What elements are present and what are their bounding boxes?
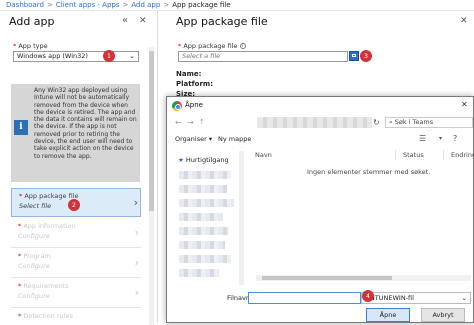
step-title: * Program (18, 252, 51, 260)
open-file-dialog: Åpne ✕ ← → ↑ ↻ ⌕ Søk i Teams Organiser ▾… (166, 96, 474, 323)
nav-scrollbar[interactable] (239, 151, 244, 285)
app-type-select[interactable]: Windows app (Win32) ⌄ (13, 51, 139, 62)
search-icon: ⌕ (389, 118, 393, 126)
step-subtitle: Select file (19, 202, 52, 210)
step-badge-2: 2 (68, 199, 80, 211)
file-type-filter[interactable]: INTUNEWIN-fil ⌄ (361, 292, 471, 304)
nav-item[interactable] (179, 185, 227, 193)
search-input[interactable]: ⌕ Søk i Teams (385, 117, 473, 128)
step-title: * App package file (19, 192, 79, 200)
column-separator (395, 150, 396, 160)
nav-item[interactable] (179, 171, 231, 179)
dialog-title: Åpne (185, 101, 203, 109)
empty-results-message: Ingen elementer stemmer med søket. (307, 168, 431, 176)
blade-title: App package file (176, 15, 268, 28)
folder-icon (352, 54, 356, 57)
add-app-blade: Add app « ✕ * App type Windows app (Win3… (0, 11, 158, 325)
step-title: * Detection rules (18, 312, 73, 320)
step-program[interactable]: * Program Configure › (11, 249, 141, 278)
app-type-value: Windows app (Win32) (17, 52, 88, 60)
search-placeholder: Søk i Teams (394, 118, 434, 126)
forward-arrow-icon[interactable]: → (187, 118, 194, 127)
browse-folder-button[interactable] (349, 51, 359, 61)
nav-quick-access[interactable]: ★ Hurtigtilgang (175, 154, 247, 166)
info-icon: i (239, 43, 246, 49)
step-badge-3: 3 (360, 50, 372, 62)
field-platform: Platform: (176, 80, 213, 88)
nav-item[interactable] (179, 269, 219, 277)
chevron-right-icon: › (133, 196, 138, 209)
collapse-icon[interactable]: « (122, 15, 128, 26)
step-app-information[interactable]: * App information Configure › (11, 219, 141, 248)
field-name: Name: (176, 70, 202, 78)
up-arrow-icon[interactable]: ↑ (199, 118, 205, 126)
refresh-icon[interactable]: ↻ (373, 118, 380, 127)
step-subtitle: Configure (18, 262, 50, 270)
open-button[interactable]: Åpne (366, 308, 410, 322)
nav-item[interactable] (179, 213, 223, 221)
organize-menu[interactable]: Organiser ▾ (175, 135, 212, 143)
chrome-icon (172, 101, 182, 111)
filename-input[interactable] (248, 292, 361, 304)
breadcrumb-current: App package file (172, 1, 231, 9)
column-modified[interactable]: Endring (451, 151, 474, 159)
horizontal-scrollbar-thumb[interactable] (262, 276, 392, 280)
breadcrumb-separator: > (46, 1, 53, 9)
step-subtitle: Configure (18, 292, 50, 300)
column-separator (443, 150, 444, 160)
chevron-right-icon: › (134, 256, 139, 269)
chevron-down-icon: ⌄ (461, 294, 467, 302)
chevron-right-icon: › (134, 286, 139, 299)
cancel-button[interactable]: Avbryt (421, 308, 465, 322)
breadcrumb-add-app[interactable]: Add app (131, 1, 160, 9)
chevron-right-icon: › (134, 226, 139, 239)
column-status[interactable]: Status (403, 151, 424, 159)
info-text: Any Win32 app deployed using Intune will… (34, 87, 137, 160)
close-icon[interactable]: ✕ (460, 16, 468, 26)
blade-scrollbar-thumb[interactable] (149, 51, 154, 211)
view-dropdown-icon[interactable]: ▾ (439, 135, 442, 142)
step-subtitle: Configure (18, 232, 50, 240)
star-icon: ★ (178, 156, 184, 164)
step-badge-4: 4 (362, 290, 374, 302)
breadcrumb-separator: > (122, 1, 129, 9)
nav-item[interactable] (179, 255, 231, 263)
close-icon[interactable]: ✕ (139, 16, 147, 26)
file-type-value: INTUNEWIN-fil (368, 294, 414, 302)
step-requirements[interactable]: * Requirements Configure › (11, 279, 141, 308)
breadcrumb-separator: > (163, 1, 170, 9)
address-bar[interactable] (257, 117, 372, 128)
breadcrumb: Dashboard > Client apps - Apps > Add app > App… (0, 0, 474, 11)
package-file-label: * App package file i (178, 42, 246, 50)
breadcrumb-dashboard[interactable]: Dashboard (6, 1, 44, 9)
nav-label: Hurtigtilgang (185, 156, 229, 164)
app-type-label: * App type (13, 42, 48, 50)
step-badge-1: 1 (103, 50, 115, 62)
column-name[interactable]: Navn (255, 151, 272, 159)
step-detection-rules[interactable]: * Detection rules (11, 309, 141, 323)
nav-item[interactable] (179, 199, 234, 207)
step-title: * Requirements (18, 282, 69, 290)
chevron-down-icon: ⌄ (129, 52, 135, 60)
package-file-input[interactable]: Select a file (178, 51, 348, 62)
close-icon[interactable]: ✕ (461, 100, 468, 109)
step-title: * App information (18, 222, 76, 230)
retire-info-box: i Any Win32 app deployed using Intune wi… (11, 84, 140, 182)
breadcrumb-client-apps[interactable]: Client apps - Apps (56, 1, 120, 9)
help-icon[interactable]: ? (453, 134, 457, 143)
nav-item[interactable] (179, 227, 229, 235)
view-options-icon[interactable]: ☰ (419, 134, 426, 143)
back-arrow-icon[interactable]: ← (175, 118, 182, 127)
blade-title: Add app (9, 15, 55, 28)
info-icon: i (14, 120, 28, 135)
nav-item[interactable] (179, 241, 225, 249)
new-folder-button[interactable]: Ny mappe (218, 135, 251, 143)
